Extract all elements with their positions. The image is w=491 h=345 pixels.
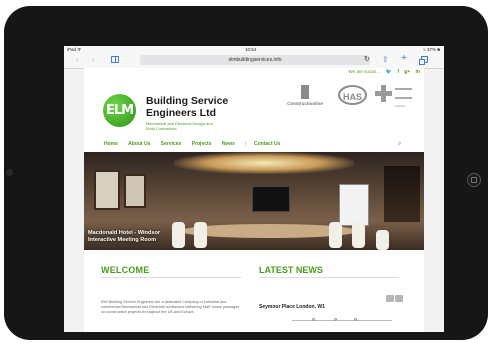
google-plus-icon[interactable]: g+	[404, 69, 410, 75]
has-logo: HAS	[338, 85, 367, 105]
nav-projects[interactable]: Projects	[192, 141, 212, 147]
nav-separator: |	[245, 141, 247, 147]
tv-screen	[252, 186, 290, 212]
plan-dot	[312, 318, 315, 321]
company-tagline: Mechanical and Electrical Design and Bui…	[146, 121, 213, 131]
cross-icon-horizontal	[375, 91, 392, 96]
chevron-right-icon[interactable]: ›	[92, 55, 95, 65]
clock: 10:54	[245, 47, 257, 52]
news-item-title[interactable]: Seymour Place London, W1	[259, 304, 325, 310]
nav-services[interactable]: Services	[161, 141, 182, 147]
main-navigation: Home About Us Services Projects News | C…	[104, 141, 404, 151]
website-page: We are social ... 🐦 f g+ in ELM Building…	[84, 68, 424, 332]
twitter-icon[interactable]: 🐦	[386, 69, 392, 75]
book-icon[interactable]	[111, 56, 119, 63]
building-icon	[301, 85, 309, 99]
share-icon[interactable]: ⇪	[382, 55, 389, 65]
logo-text: ELM	[105, 103, 134, 118]
news-thumbnail	[292, 318, 392, 332]
accreditation-cross-logo: member	[375, 85, 413, 111]
company-logo[interactable]: ELM	[103, 94, 136, 127]
chair	[329, 222, 342, 248]
wall-picture	[94, 170, 120, 210]
chair	[376, 230, 389, 250]
arrow-right-icon[interactable]	[395, 295, 403, 302]
wall-picture	[124, 174, 146, 208]
welcome-heading: WELCOME	[101, 265, 150, 275]
linkedin-icon[interactable]: in	[416, 69, 420, 75]
search-icon[interactable]: ⌕	[398, 141, 401, 148]
nav-news[interactable]: News	[222, 141, 235, 147]
company-name-line1: Building Service	[146, 95, 229, 107]
logo-lines	[395, 88, 412, 99]
tabs-icon[interactable]	[419, 56, 428, 65]
nav-contact-us[interactable]: Contact Us	[254, 141, 280, 147]
plan-dot	[354, 318, 357, 321]
presentation-screen	[339, 184, 369, 226]
chair	[352, 222, 365, 248]
reload-icon[interactable]: ↻	[364, 56, 370, 64]
social-bar: We are social ... 🐦 f g+ in	[348, 69, 420, 75]
divider	[259, 277, 399, 278]
status-bar: iPad ᯤ 10:54 ≈ 37% ■	[64, 46, 444, 53]
nav-home[interactable]: Home	[104, 141, 118, 147]
battery-indicator: ≈ 37% ■	[423, 47, 440, 52]
welcome-text: ElM Building Service Engineers are a ded…	[101, 300, 240, 314]
window	[384, 166, 420, 222]
plan-dot	[334, 318, 337, 321]
ipad-frame: iPad ᯤ 10:54 ≈ 37% ■ ‹ › elmbuildingserv…	[4, 6, 488, 340]
hero-caption-line2: Interactive Meeting Room	[88, 237, 157, 243]
hero-caption: Macdonald Hotel - Windsor Interactive Me…	[88, 230, 218, 244]
social-label: We are social ...	[348, 69, 381, 74]
browser-toolbar: ‹ › elmbuildingservices.info ↻ ⇪ +	[64, 53, 444, 69]
arrow-left-icon[interactable]	[386, 295, 394, 302]
home-button-icon[interactable]	[467, 173, 481, 187]
constructionline-label: Constructionline	[287, 101, 323, 106]
company-name: Building Service Engineers Ltd	[146, 95, 246, 119]
plus-icon[interactable]: +	[401, 54, 407, 64]
divider	[101, 277, 241, 278]
ceiling-light	[174, 152, 354, 174]
ipad-screen: iPad ᯤ 10:54 ≈ 37% ■ ‹ › elmbuildingserv…	[64, 46, 444, 332]
chevron-left-icon[interactable]: ‹	[76, 55, 79, 65]
facebook-icon[interactable]: f	[397, 69, 399, 75]
address-bar[interactable]: elmbuildingservices.info	[140, 55, 370, 65]
accreditation-caption: member	[394, 104, 406, 108]
company-name-line2: Engineers Ltd	[146, 107, 217, 119]
latest-news-heading: LATEST NEWS	[259, 265, 323, 275]
camera-icon	[6, 169, 13, 176]
hero-caption-line1: Macdonald Hotel - Windsor	[88, 230, 161, 236]
constructionline-logo: Constructionline	[287, 85, 323, 111]
nav-about-us[interactable]: About Us	[128, 141, 150, 147]
